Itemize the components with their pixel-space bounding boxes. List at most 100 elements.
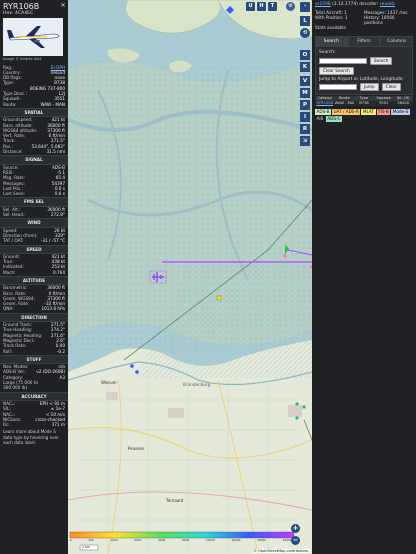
reset-view-icon[interactable]: ⟲ xyxy=(300,28,310,38)
aircraft-table: Callsign Route Type Squawk Alt. (ft) RYR106B… xyxy=(315,96,413,107)
version-rest: (3.14.1774) decoder: xyxy=(330,2,380,7)
search-panel: Search: Search Clear Search Jump to Airp… xyxy=(315,46,413,96)
map-button-l[interactable]: L xyxy=(300,16,310,26)
map-button-i[interactable]: I xyxy=(300,112,310,122)
section-title-signal: SIGNAL xyxy=(0,155,68,165)
map-button-h[interactable]: H xyxy=(257,2,266,11)
info-value: 31.5 nmi xyxy=(46,149,65,155)
jump-button[interactable]: Jump xyxy=(360,83,379,92)
map-button-o[interactable]: O xyxy=(300,50,310,60)
legend-item: ADS-B xyxy=(315,109,331,116)
info-row: Mach: 0.764 xyxy=(0,270,68,275)
info-value: 1013.6 hPa xyxy=(41,306,65,312)
place-label: Brandenburg xyxy=(183,382,211,387)
info-key: Mach: xyxy=(3,269,16,275)
aircraft-photo[interactable] xyxy=(3,18,63,57)
info-key: Route: xyxy=(3,101,17,107)
altitude-label: 20000 xyxy=(231,538,241,542)
settings-gear-icon[interactable]: ⚙ xyxy=(286,2,295,11)
table-cell: B738 xyxy=(359,101,369,106)
map-button-m[interactable]: M xyxy=(300,88,310,98)
version-line: ar1098 (3.14.1774) decoder: readsb xyxy=(312,0,416,8)
jump-clear-button[interactable]: Clear xyxy=(381,83,401,92)
jump-label: Jump to Airport or Latitude, Longitude: xyxy=(319,76,404,82)
section-title-speed: SPEED xyxy=(0,244,68,254)
map-attribution: © OpenStreetMap contributors. xyxy=(252,549,310,553)
altitude-label: 6000 xyxy=(182,538,190,542)
map-button-t[interactable]: T xyxy=(268,2,277,11)
aircraft-header: RYR106B Hex: 4CA4EC ✕ xyxy=(0,0,68,16)
info-footer: Learn more about Mode S data type by hov… xyxy=(3,429,59,445)
zoom-in-icon[interactable]: + xyxy=(291,524,300,533)
search-label: Search: xyxy=(319,50,336,56)
section-title-wind: WIND xyxy=(0,218,68,228)
aircraft-info-panel: RYR106B Hex: 4CA4EC ✕ Image © Andrés Sol… xyxy=(0,0,68,554)
place-label: Peasens xyxy=(128,446,145,451)
info-key: TAT / OAT: xyxy=(3,238,24,244)
table-cell: WAW - MAN xyxy=(334,101,355,106)
legend-item: ADS-C xyxy=(325,116,342,123)
stat-right xyxy=(364,25,413,30)
info-value: A3 xyxy=(59,374,65,380)
map-button-u[interactable]: U xyxy=(246,2,255,11)
map-button-p[interactable]: P xyxy=(300,100,310,110)
table-cell: 36000 xyxy=(397,101,410,106)
info-row: Roll: -0.2 xyxy=(0,349,68,354)
sidebar-tabs: Search Filters Columns xyxy=(315,36,414,47)
table-cell: 3551 xyxy=(378,101,389,106)
map-button-r[interactable]: R xyxy=(300,124,310,134)
legend-item: UAT / ADS-R xyxy=(331,109,361,116)
zoom-out-icon[interactable]: − xyxy=(291,536,300,545)
info-value: 0.0 s xyxy=(54,191,65,197)
altitude-label: 30000 xyxy=(257,538,266,542)
info-value: -0.2 xyxy=(56,348,65,354)
altitude-label: 10000 xyxy=(205,538,215,542)
basic-info-rows: Reg.: EI-DPH Country: Ireland DB flags: none T… xyxy=(0,65,68,107)
info-row: Distance: 31.5 nmi xyxy=(0,149,68,154)
altitude-label: 4000 xyxy=(158,538,166,542)
close-icon[interactable]: ✕ xyxy=(60,2,66,9)
readsb-link[interactable]: readsb xyxy=(380,2,395,7)
info-key: Sel. Head.: xyxy=(3,212,26,218)
info-key: Type: xyxy=(3,80,15,86)
info-row: QNH: 1013.6 hPa xyxy=(0,306,68,311)
legend-item: Mode-S xyxy=(391,109,410,116)
map-button-v[interactable]: V xyxy=(300,76,310,86)
table-row[interactable]: RYR106B WAW - MAN B738 3551 36000 xyxy=(315,101,413,107)
map-button-k[interactable]: K xyxy=(300,62,310,72)
altitude-label: 2000 xyxy=(134,538,142,542)
place-label: Ternaard xyxy=(166,498,184,503)
search-button[interactable]: Search xyxy=(370,56,393,65)
info-value: -31 / -57 °C xyxy=(40,238,65,244)
legend-item: MLAT xyxy=(361,109,376,116)
tab-filters[interactable]: Filters xyxy=(347,36,381,47)
tab-columns[interactable]: Columns xyxy=(380,36,414,47)
map-graphic xyxy=(68,0,312,554)
info-row: Sel. Head.: 272.8° xyxy=(0,212,68,217)
info-value: WAW - MAN xyxy=(40,101,65,107)
search-input[interactable] xyxy=(319,57,367,64)
table-cell: RYR106B xyxy=(316,101,334,106)
collapse-sidebar-icon[interactable]: › xyxy=(300,2,310,12)
stat-left: Stats available xyxy=(315,25,346,31)
info-row: TAT / OAT: -31 / -57 °C xyxy=(0,238,68,243)
map-canvas[interactable]: Wierum Peasens Ternaard Brandenburg 0 500… xyxy=(68,0,312,554)
adsb-viewer: RYR106B Hex: 4CA4EC ✕ Image © Andrés Sol… xyxy=(0,0,416,554)
section-title-altitude: ALTITUDE xyxy=(0,275,68,286)
section-title-stuff: STUFF xyxy=(0,354,68,365)
source-legend: ADS-B UAT / ADS-R MLAT TIS-B Mode-S AIS ADS-C xyxy=(315,109,413,123)
info-key: QNH: xyxy=(3,306,14,312)
scale-label: 1 km xyxy=(82,545,91,549)
info-row: 300 000 lb) xyxy=(0,385,68,390)
version-link[interactable]: ar1098 xyxy=(315,2,331,7)
jump-input[interactable] xyxy=(319,84,357,91)
legend-item: AIS xyxy=(315,116,325,123)
altitude-label: 1000 xyxy=(110,538,118,542)
aircraft-callsign: RYR106B xyxy=(3,2,40,11)
place-label: Wierum xyxy=(101,380,117,385)
stats-block: Total Aircraft: 1 Messages: 1437 /sec With… xyxy=(312,8,416,31)
stat-right: History: 18566 positions xyxy=(364,14,395,25)
tab-search[interactable]: Search xyxy=(315,36,348,47)
filter-icon[interactable]: ⇲ xyxy=(300,136,310,146)
clear-search-button[interactable]: Clear Search xyxy=(319,66,354,75)
